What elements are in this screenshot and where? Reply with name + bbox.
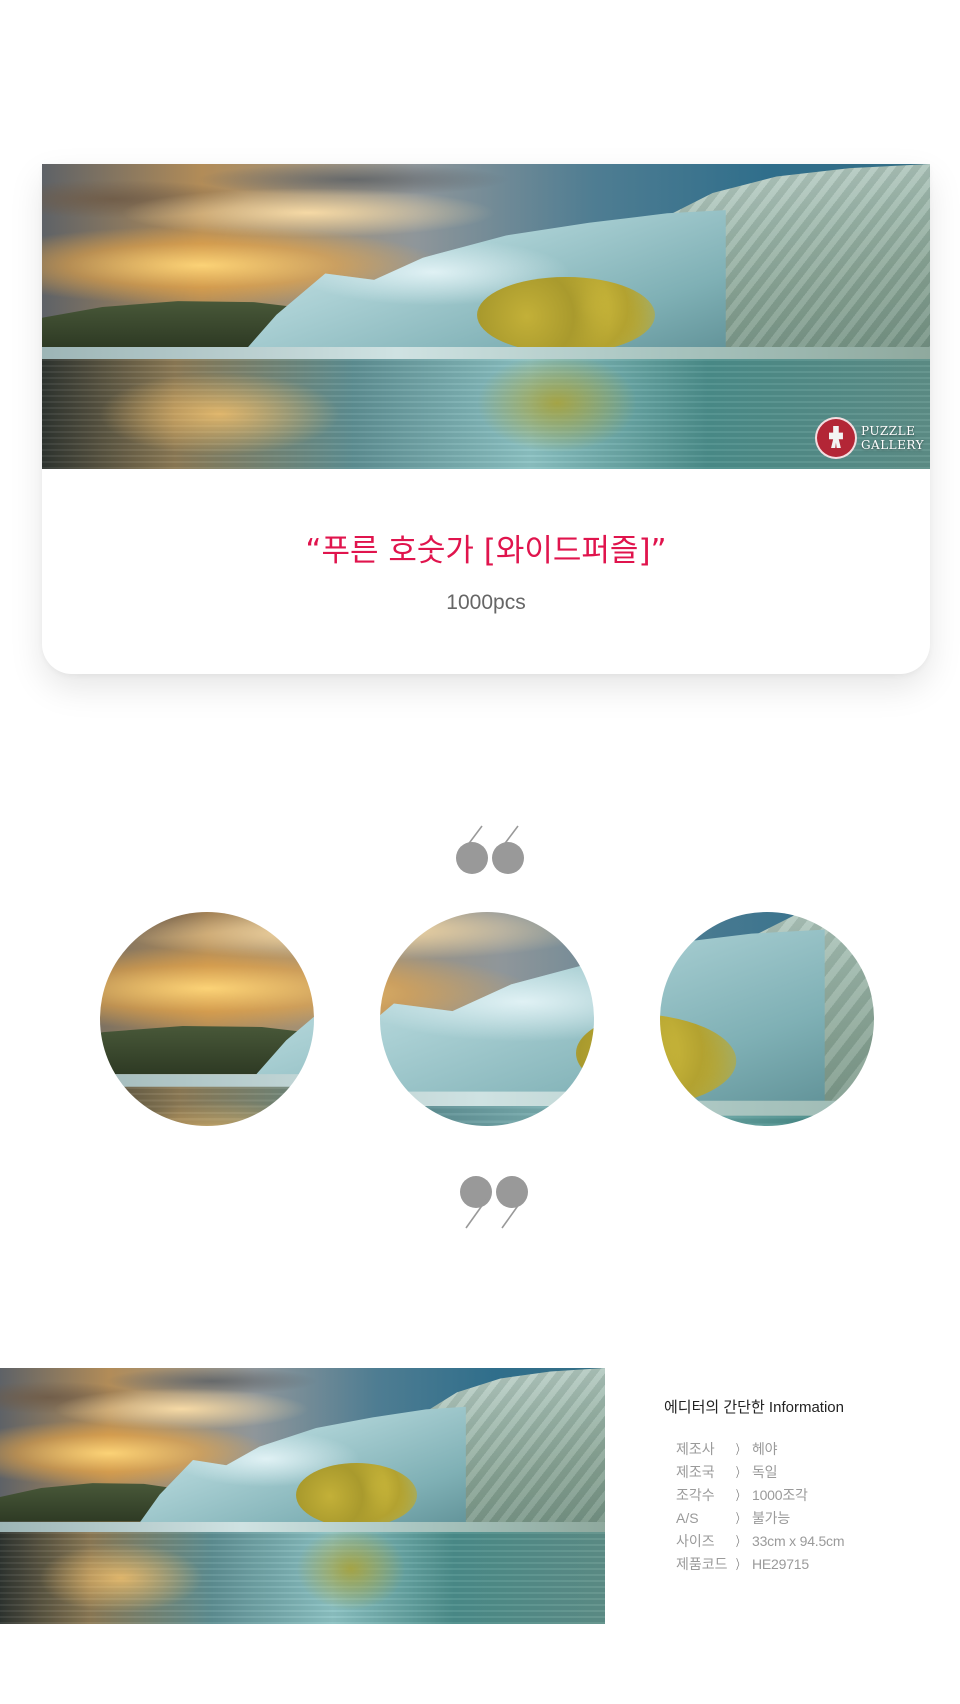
chevron-right-icon: 〉 [736, 1488, 744, 1503]
detail-circle-center [380, 912, 594, 1126]
puzzle-piece-icon [814, 417, 857, 459]
hero-card: PUZZLE GALLERY “푸른 호숫가 [와이드퍼즐]” 1000pcs [42, 164, 930, 674]
info-value: 헤야 [752, 1440, 778, 1457]
info-row-pieces: 조각수 〉 1000조각 [676, 1483, 944, 1506]
info-list: 제조사 〉 헤야 제조국 〉 독일 조각수 〉 1000조각 A/S 〉 불가능… [664, 1437, 944, 1575]
chevron-right-icon: 〉 [736, 1511, 744, 1526]
info-label: 제조사 [676, 1440, 715, 1457]
info-label: 조각수 [676, 1486, 715, 1503]
info-row-product-code: 제품코드 〉 HE29715 [676, 1552, 944, 1575]
lake-reflection [660, 1115, 874, 1126]
info-value: HE29715 [752, 1555, 809, 1572]
chevron-right-icon: 〉 [736, 1442, 744, 1457]
logo-text: PUZZLE GALLERY [861, 424, 924, 452]
detail-circle-right [660, 912, 874, 1126]
lake-reflection [100, 1086, 314, 1126]
product-pieces: 1000pcs [446, 591, 526, 614]
detail-circle-left [100, 912, 314, 1126]
info-row-size: 사이즈 〉 33cm x 94.5cm [676, 1529, 944, 1552]
bottom-landscape-image [0, 1368, 605, 1624]
logo-line-2: GALLERY [860, 438, 924, 452]
info-value: 1000조각 [752, 1486, 808, 1503]
logo-line-1: PUZZLE [860, 424, 916, 438]
detail-image-left [100, 912, 314, 1126]
close-quote-icon [460, 1176, 528, 1229]
info-label: 사이즈 [676, 1532, 715, 1549]
info-value: 독일 [752, 1463, 778, 1480]
chevron-right-icon: 〉 [736, 1534, 744, 1549]
info-label: A/S [676, 1509, 699, 1526]
info-value: 불가능 [752, 1509, 791, 1526]
product-title: “푸른 호숫가 [와이드퍼즐]” [305, 533, 667, 569]
info-row-manufacturer: 제조사 〉 헤야 [676, 1437, 944, 1460]
info-label: 제조국 [676, 1463, 715, 1480]
product-image-bottom [0, 1368, 605, 1624]
info-value: 33cm x 94.5cm [752, 1532, 845, 1549]
tree [296, 1462, 418, 1527]
tree [477, 276, 655, 354]
detail-image-right [660, 912, 874, 1126]
detail-image-center [380, 912, 594, 1126]
open-quote-icon [456, 825, 524, 874]
info-label: 제품코드 [676, 1555, 728, 1572]
info-row-as: A/S 〉 불가능 [676, 1506, 944, 1529]
info-row-country: 제조국 〉 독일 [676, 1460, 944, 1483]
info-title: 에디터의 간단한 Information [664, 1399, 844, 1416]
puzzle-gallery-logo: PUZZLE GALLERY [814, 417, 924, 459]
lake-reflection [42, 359, 930, 469]
chevron-right-icon: 〉 [736, 1465, 744, 1480]
info-panel: 에디터의 간단한 Information 제조사 〉 헤야 제조국 〉 독일 조… [664, 1398, 944, 1575]
chevron-right-icon: 〉 [736, 1557, 744, 1572]
lake-reflection [0, 1531, 605, 1624]
lake-reflection [380, 1106, 594, 1126]
hero-landscape-image: PUZZLE GALLERY [42, 164, 930, 469]
